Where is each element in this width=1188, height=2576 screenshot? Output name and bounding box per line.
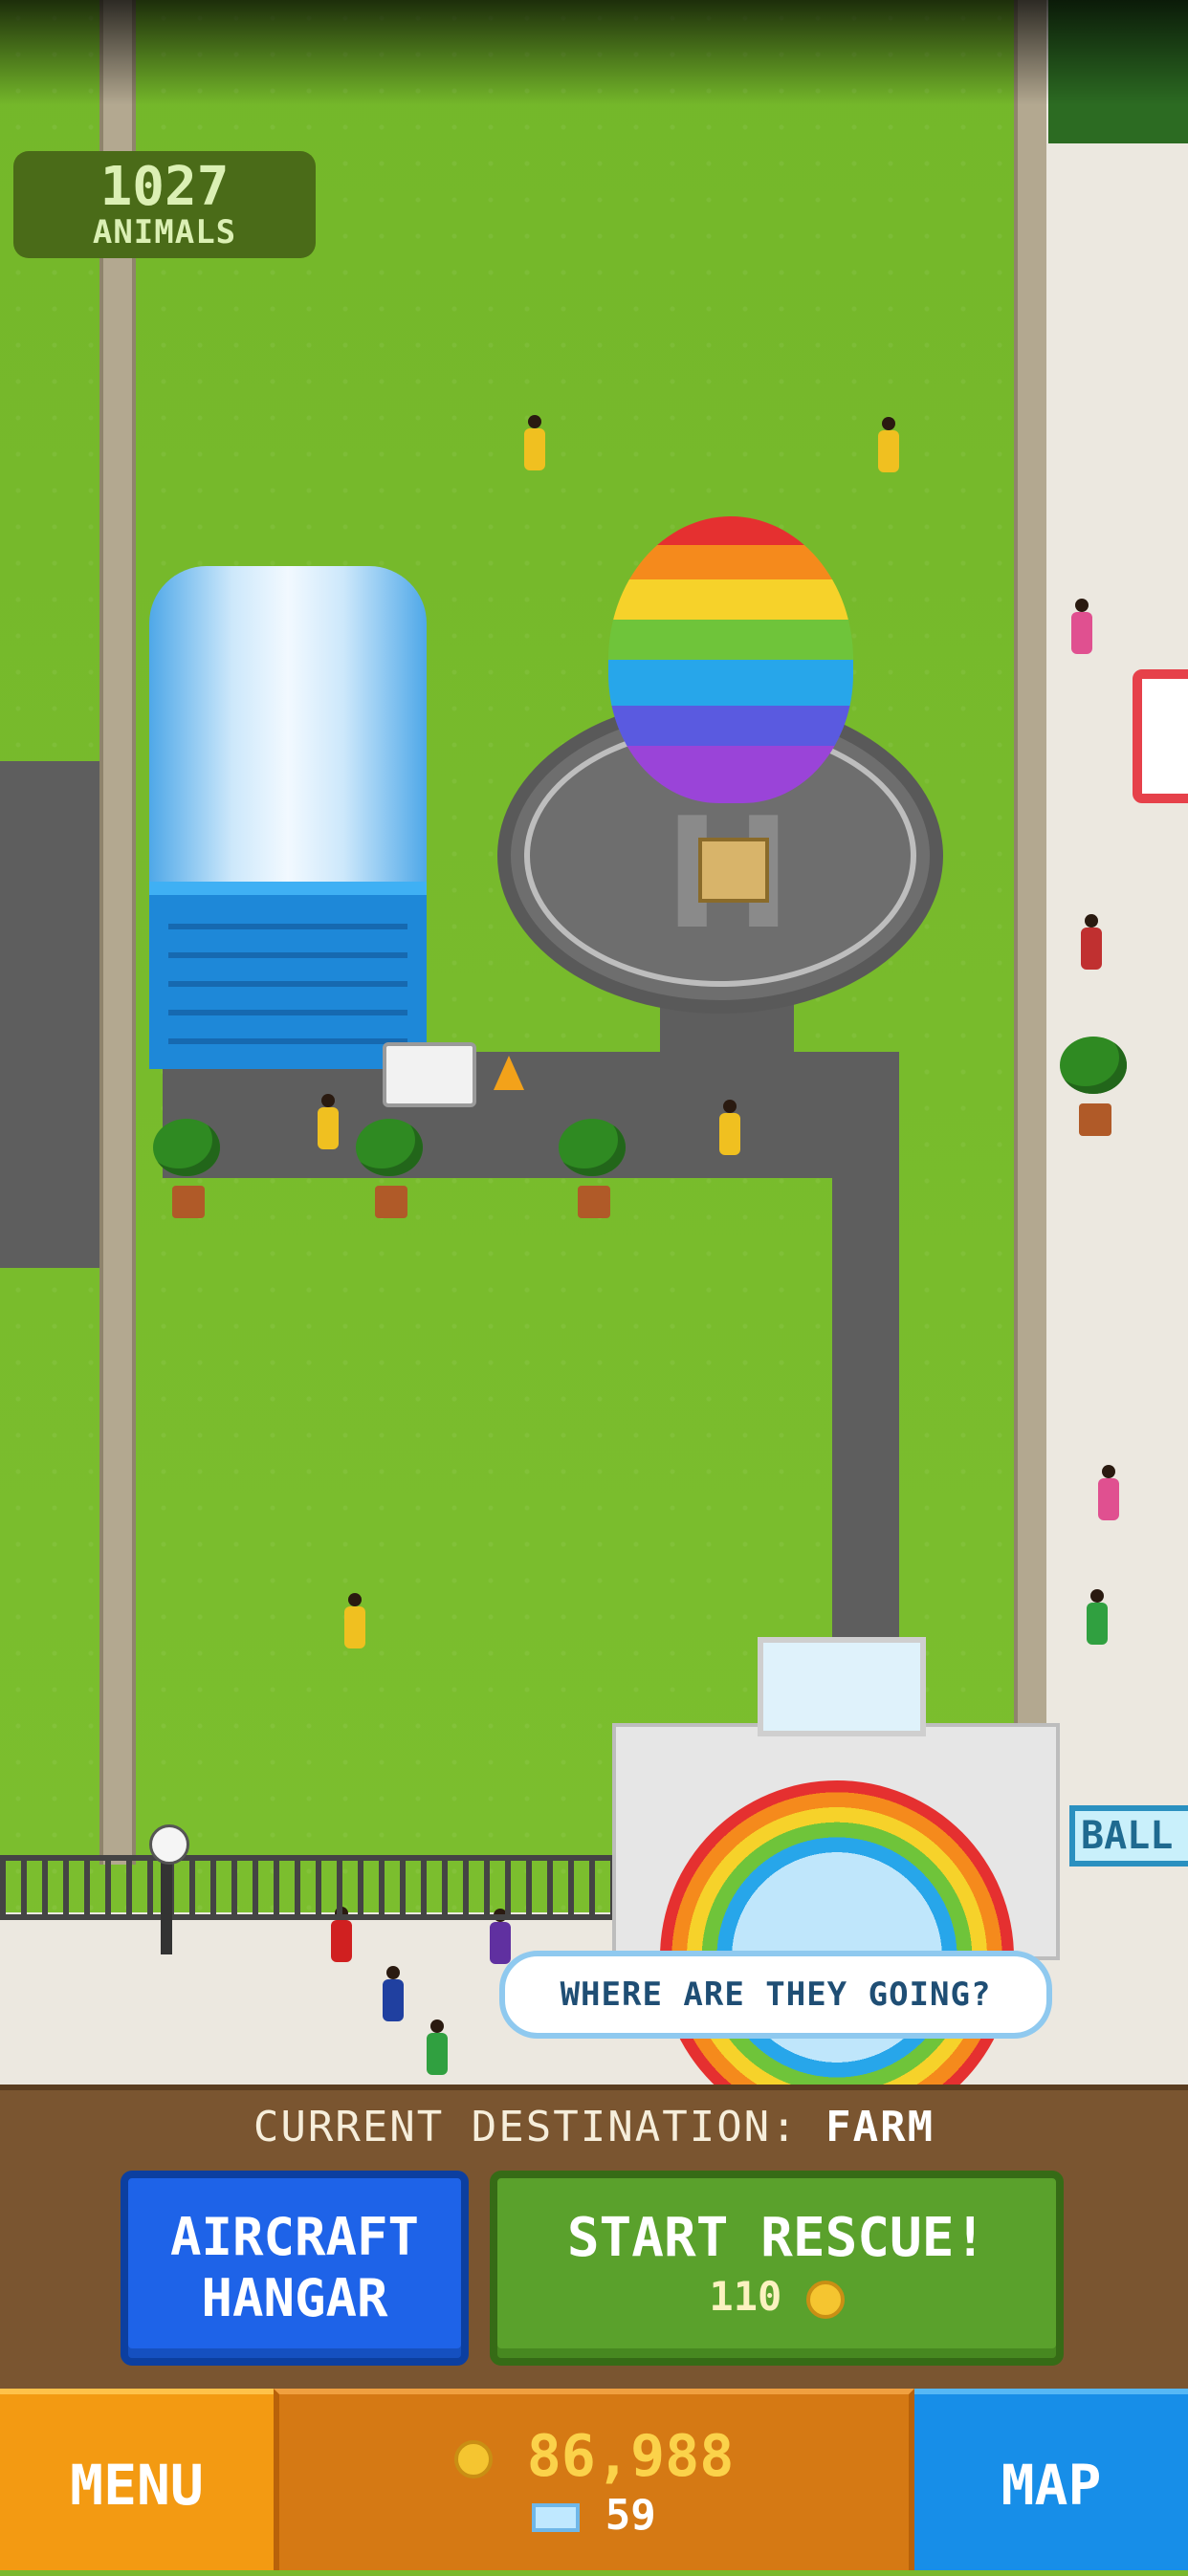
gem-balance: 59 — [279, 2490, 909, 2542]
left-tarmac — [0, 761, 105, 1268]
coin-balance-value: 86,988 — [526, 2423, 735, 2490]
pedestrian — [1087, 1589, 1108, 1645]
aircraft-hangar-building[interactable] — [149, 566, 427, 1069]
menu-button[interactable]: MENU — [0, 2389, 274, 2570]
ground-crew-person — [719, 1100, 740, 1155]
coin-balance: 86,988 — [279, 2423, 909, 2490]
potted-tree — [356, 1119, 423, 1224]
animals-counter: 1027 ANIMALS — [13, 151, 316, 258]
pedestrian — [1071, 599, 1092, 654]
ground-crew-person — [524, 415, 545, 470]
pedestrian — [490, 1909, 511, 1964]
ground-crew-person — [878, 417, 899, 472]
speech-bubble[interactable]: WHERE ARE THEY GOING? — [499, 1951, 1052, 2039]
pedestrian — [1098, 1465, 1119, 1520]
service-truck[interactable] — [383, 1042, 476, 1107]
gem-icon — [532, 2503, 581, 2532]
coin-icon — [805, 2280, 845, 2319]
ground-crew-person — [344, 1593, 365, 1648]
pedestrian — [331, 1907, 352, 1962]
animals-label: ANIMALS — [92, 213, 237, 251]
currency-display: 86,988 59 — [274, 2389, 914, 2570]
destination-line: CURRENT DESTINATION: FARM — [0, 2102, 1188, 2153]
hangar-button-line2: HANGAR — [201, 2268, 388, 2328]
traffic-cone — [494, 1056, 524, 1090]
shop-sign: BALL — [1069, 1805, 1188, 1867]
pedestrian — [427, 2019, 448, 2075]
pedestrian — [383, 1966, 404, 2021]
gem-balance-value: 59 — [605, 2491, 656, 2540]
map-button[interactable]: MAP — [914, 2389, 1188, 2570]
rescue-cost-value: 110 — [709, 2273, 782, 2320]
destination-value: FARM — [825, 2103, 935, 2151]
pedestrian — [1081, 914, 1102, 970]
game-world[interactable]: 1027 ANIMALS H BALL WHERE ARE THEY GOING… — [0, 0, 1188, 2085]
aircraft-hangar-button[interactable]: AIRCRAFT HANGAR — [121, 2171, 469, 2366]
coin-icon — [453, 2440, 493, 2479]
right-stone-wall — [1014, 0, 1050, 1731]
start-rescue-button[interactable]: START RESCUE! 110 — [490, 2171, 1064, 2366]
balloon-basket — [698, 838, 769, 903]
top-shade — [0, 0, 1188, 105]
potted-tree — [1060, 1037, 1127, 1142]
hangar-roof — [149, 566, 427, 891]
destination-label: CURRENT DESTINATION: — [253, 2103, 799, 2151]
rescue-cost: 110 — [497, 2270, 1056, 2324]
potted-tree — [153, 1119, 220, 1224]
start-rescue-label: START RESCUE! — [566, 2207, 987, 2269]
hangar-button-line1: AIRCRAFT — [169, 2207, 420, 2267]
hot-air-balloon[interactable] — [608, 516, 853, 803]
iron-fence — [0, 1855, 612, 1920]
potted-tree — [559, 1119, 626, 1224]
street-lamp-globe — [149, 1824, 189, 1865]
ground-crew-person — [318, 1094, 339, 1149]
red-shop-sign — [1133, 669, 1188, 803]
control-tower — [758, 1637, 926, 1736]
animals-count: 1027 — [99, 156, 230, 218]
hangar-door — [149, 882, 427, 1069]
left-stone-wall — [99, 0, 136, 1865]
